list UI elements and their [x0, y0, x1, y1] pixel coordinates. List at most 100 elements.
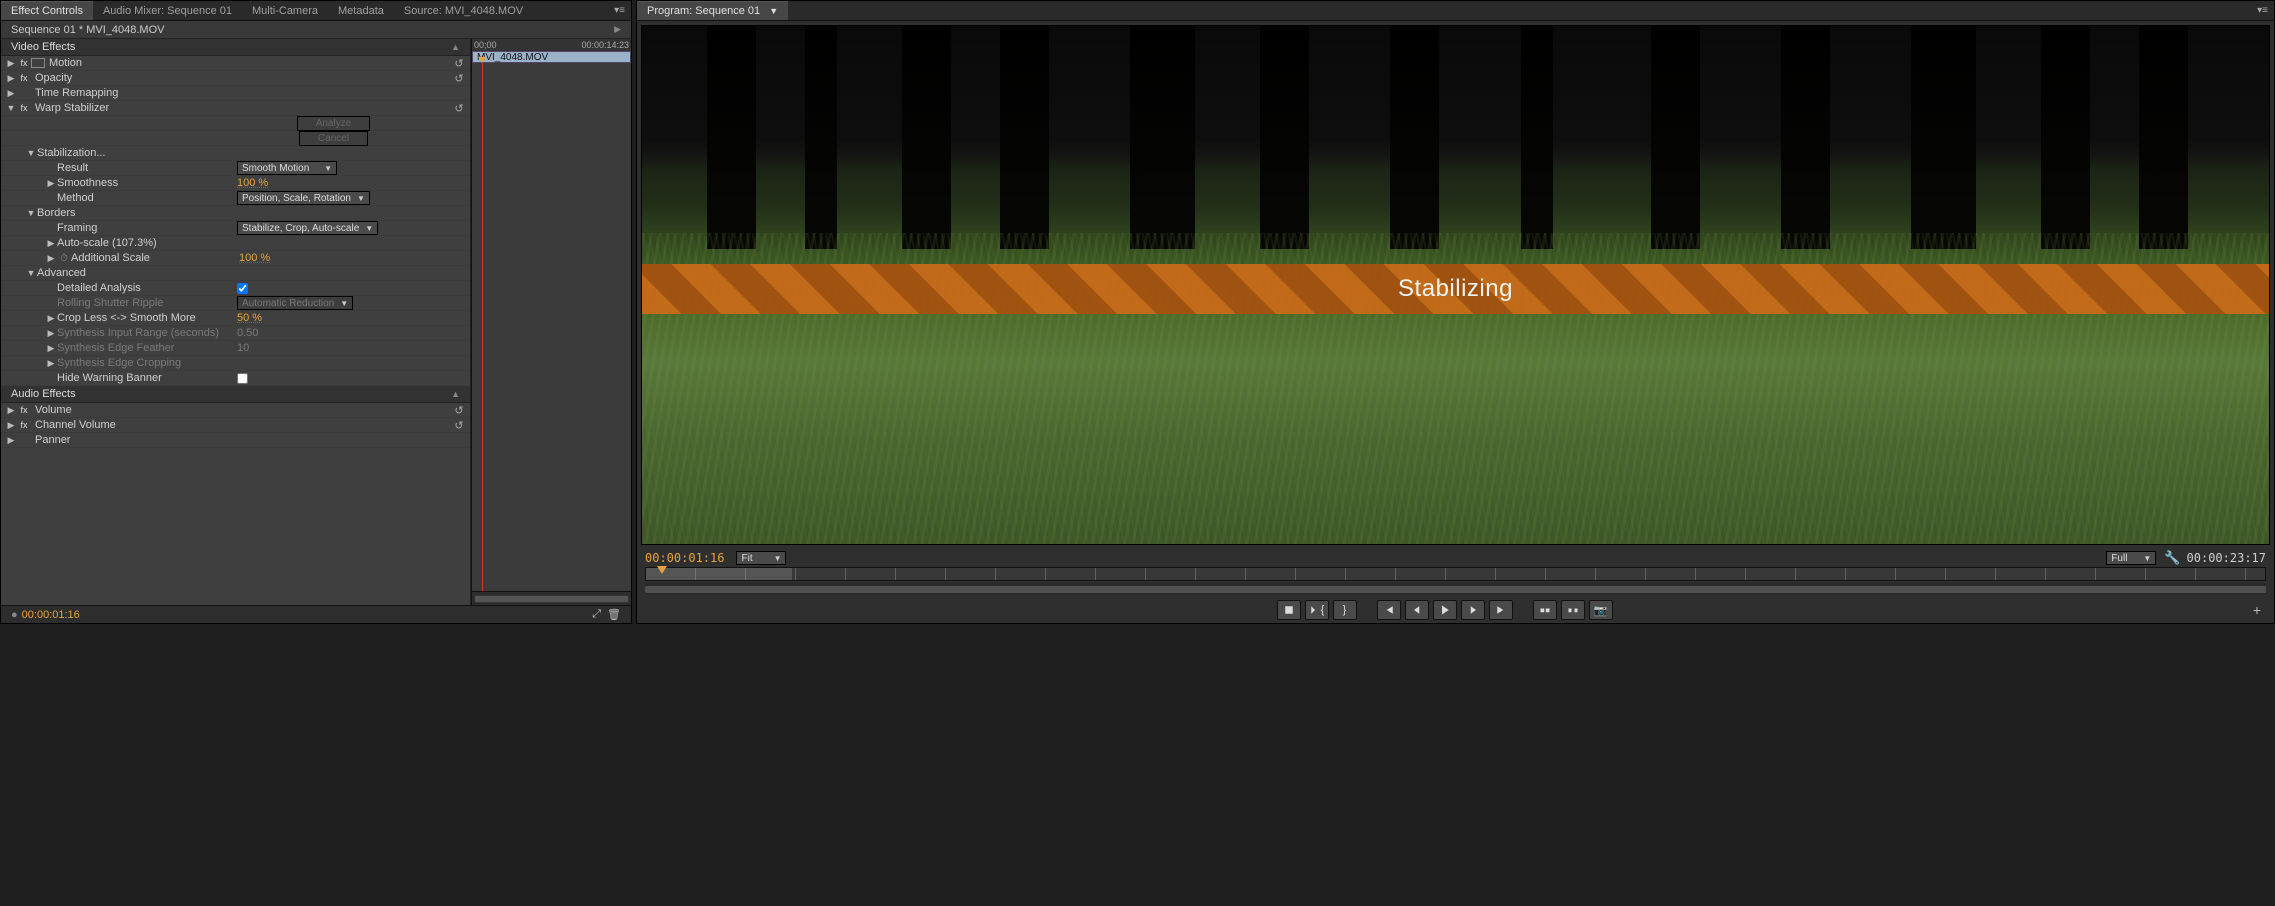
twisty-icon[interactable] — [25, 148, 37, 158]
program-time-ruler[interactable] — [645, 567, 2266, 581]
program-hscroll[interactable] — [645, 583, 2266, 595]
tab-program[interactable]: Program: Sequence 01 ▼ — [637, 1, 788, 20]
chevron-down-icon: ▼ — [774, 554, 782, 563]
current-timecode[interactable]: 00:00:01:16 — [645, 551, 724, 565]
twisty-icon[interactable] — [5, 435, 17, 446]
reset-button[interactable]: ↺ — [452, 404, 466, 417]
warp-cancel-row: Cancel — [1, 131, 470, 146]
twisty-icon[interactable] — [5, 58, 17, 69]
tab-source[interactable]: Source: MVI_4048.MOV — [394, 2, 533, 20]
smoothness-value[interactable]: 100 % — [237, 177, 268, 189]
twisty-icon[interactable] — [5, 420, 17, 431]
chevron-down-icon: ▼ — [357, 194, 365, 203]
step-back-button[interactable] — [1405, 600, 1429, 620]
tab-effect-controls[interactable]: Effect Controls — [1, 1, 93, 20]
mark-clip-button[interactable]: } — [1333, 600, 1357, 620]
effect-controls-footer: ● 00:00:01:16 ⤢ 🗑 — [1, 605, 631, 623]
result-dropdown[interactable]: Smooth Motion▼ — [237, 161, 337, 175]
framing-dropdown[interactable]: Stabilize, Crop, Auto-scale▼ — [237, 221, 378, 235]
playhead-indicator[interactable] — [657, 566, 667, 574]
settings-wrench-icon[interactable]: 🔧 — [2164, 550, 2180, 566]
tab-audio-mixer[interactable]: Audio Mixer: Sequence 01 — [93, 2, 242, 20]
fx-enabled-icon[interactable]: fx — [17, 58, 31, 68]
effect-warp-stabilizer[interactable]: fx Warp Stabilizer ↺ — [1, 101, 470, 116]
fx-enabled-icon[interactable]: fx — [17, 73, 31, 83]
fx-enabled-icon[interactable]: fx — [17, 405, 31, 415]
duration-timecode: 00:00:23:17 — [2187, 551, 2266, 565]
video-effects-header[interactable]: Video Effects▲ — [1, 39, 470, 56]
zoom-tool-icon[interactable]: ⤢ — [592, 608, 601, 621]
clip-block[interactable]: MVI_4048.MOV — [472, 51, 631, 63]
effect-panner[interactable]: Panner — [1, 433, 470, 448]
tab-multi-camera[interactable]: Multi-Camera — [242, 2, 328, 20]
tab-metadata[interactable]: Metadata — [328, 2, 394, 20]
zoom-fit-dropdown[interactable]: Fit▼ — [736, 551, 786, 565]
go-to-out-button[interactable] — [1489, 600, 1513, 620]
extract-button[interactable] — [1561, 600, 1585, 620]
effect-controls-timeline[interactable]: 00;00 00:00:14:23 MVI_4048.MOV — [471, 39, 631, 605]
twisty-icon[interactable] — [25, 208, 37, 218]
mark-out-button[interactable]: { — [1305, 600, 1329, 620]
transport-controls: { } 📷 + — [637, 597, 2274, 623]
twisty-icon[interactable] — [45, 343, 57, 354]
trash-icon[interactable]: 🗑 — [607, 608, 621, 621]
additional-scale-value[interactable]: 100 % — [239, 252, 270, 264]
timeline-start-tc: 00;00 — [474, 40, 497, 50]
audio-effects-header[interactable]: Audio Effects▲ — [1, 386, 470, 403]
crop-less-value[interactable]: 50 % — [237, 312, 262, 324]
lift-button[interactable] — [1533, 600, 1557, 620]
twisty-icon[interactable] — [45, 253, 57, 264]
effect-motion[interactable]: fx Motion ↺ — [1, 56, 470, 71]
reset-button[interactable]: ↺ — [452, 72, 466, 85]
effects-properties: Video Effects▲ fx Motion ↺ fx Opacity — [1, 39, 471, 605]
keyframe-stopwatch-icon[interactable]: ⏱ — [57, 253, 71, 264]
twisty-icon[interactable] — [45, 358, 57, 369]
twisty-icon[interactable] — [45, 178, 57, 189]
reset-button[interactable]: ↺ — [452, 102, 466, 115]
program-monitor-panel: Program: Sequence 01 ▼ ▾≡ Stabilizing 00… — [636, 0, 2275, 624]
hide-banner-checkbox[interactable] — [237, 373, 248, 384]
warp-stabilization-group[interactable]: Stabilization... — [1, 146, 470, 161]
warp-borders-group[interactable]: Borders — [1, 206, 470, 221]
program-viewport[interactable]: Stabilizing — [641, 25, 2270, 545]
twisty-icon[interactable] — [5, 73, 17, 84]
timeline-hscroll[interactable] — [472, 591, 631, 605]
effect-opacity[interactable]: fx Opacity ↺ — [1, 71, 470, 86]
resolution-dropdown[interactable]: Full▼ — [2106, 551, 2156, 565]
in-out-range[interactable] — [646, 568, 792, 580]
button-editor-add[interactable]: + — [2248, 601, 2266, 619]
playhead-indicator[interactable] — [482, 63, 483, 591]
method-dropdown[interactable]: Position, Scale, Rotation▼ — [237, 191, 370, 205]
fx-enabled-icon[interactable]: fx — [17, 103, 31, 113]
mark-in-button[interactable] — [1277, 600, 1301, 620]
effect-time-remapping[interactable]: Time Remapping — [1, 86, 470, 101]
effect-channel-volume[interactable]: fx Channel Volume ↺ — [1, 418, 470, 433]
reset-button[interactable]: ↺ — [452, 57, 466, 70]
panel-menu[interactable]: ▾≡ — [608, 5, 631, 16]
fx-enabled-icon[interactable]: fx — [17, 420, 31, 430]
twisty-icon[interactable] — [25, 268, 37, 278]
go-to-in-button[interactable] — [1377, 600, 1401, 620]
warp-analyze-row: Analyze — [1, 116, 470, 131]
twisty-icon[interactable] — [45, 313, 57, 324]
effect-box-icon[interactable] — [31, 58, 45, 68]
step-forward-button[interactable] — [1461, 600, 1485, 620]
twisty-icon[interactable] — [45, 238, 57, 249]
analyze-button[interactable]: Analyze — [297, 116, 371, 131]
footer-timecode[interactable]: 00:00:01:16 — [22, 609, 80, 621]
twisty-icon[interactable] — [5, 88, 17, 99]
reset-button[interactable]: ↺ — [452, 419, 466, 432]
warp-hide-banner: Hide Warning Banner — [1, 371, 470, 386]
twisty-icon[interactable] — [5, 405, 17, 416]
twisty-icon[interactable] — [5, 103, 17, 113]
effect-volume[interactable]: fx Volume ↺ — [1, 403, 470, 418]
warp-advanced-group[interactable]: Advanced — [1, 266, 470, 281]
detailed-analysis-checkbox[interactable] — [237, 283, 248, 294]
panel-menu[interactable]: ▾≡ — [2251, 5, 2274, 16]
synth-range-value: 0.50 — [237, 327, 258, 339]
cancel-button[interactable]: Cancel — [299, 131, 368, 146]
twisty-icon[interactable] — [45, 328, 57, 339]
chevron-down-icon[interactable]: ▼ — [769, 6, 778, 16]
play-button[interactable] — [1433, 600, 1457, 620]
export-frame-button[interactable]: 📷 — [1589, 600, 1613, 620]
